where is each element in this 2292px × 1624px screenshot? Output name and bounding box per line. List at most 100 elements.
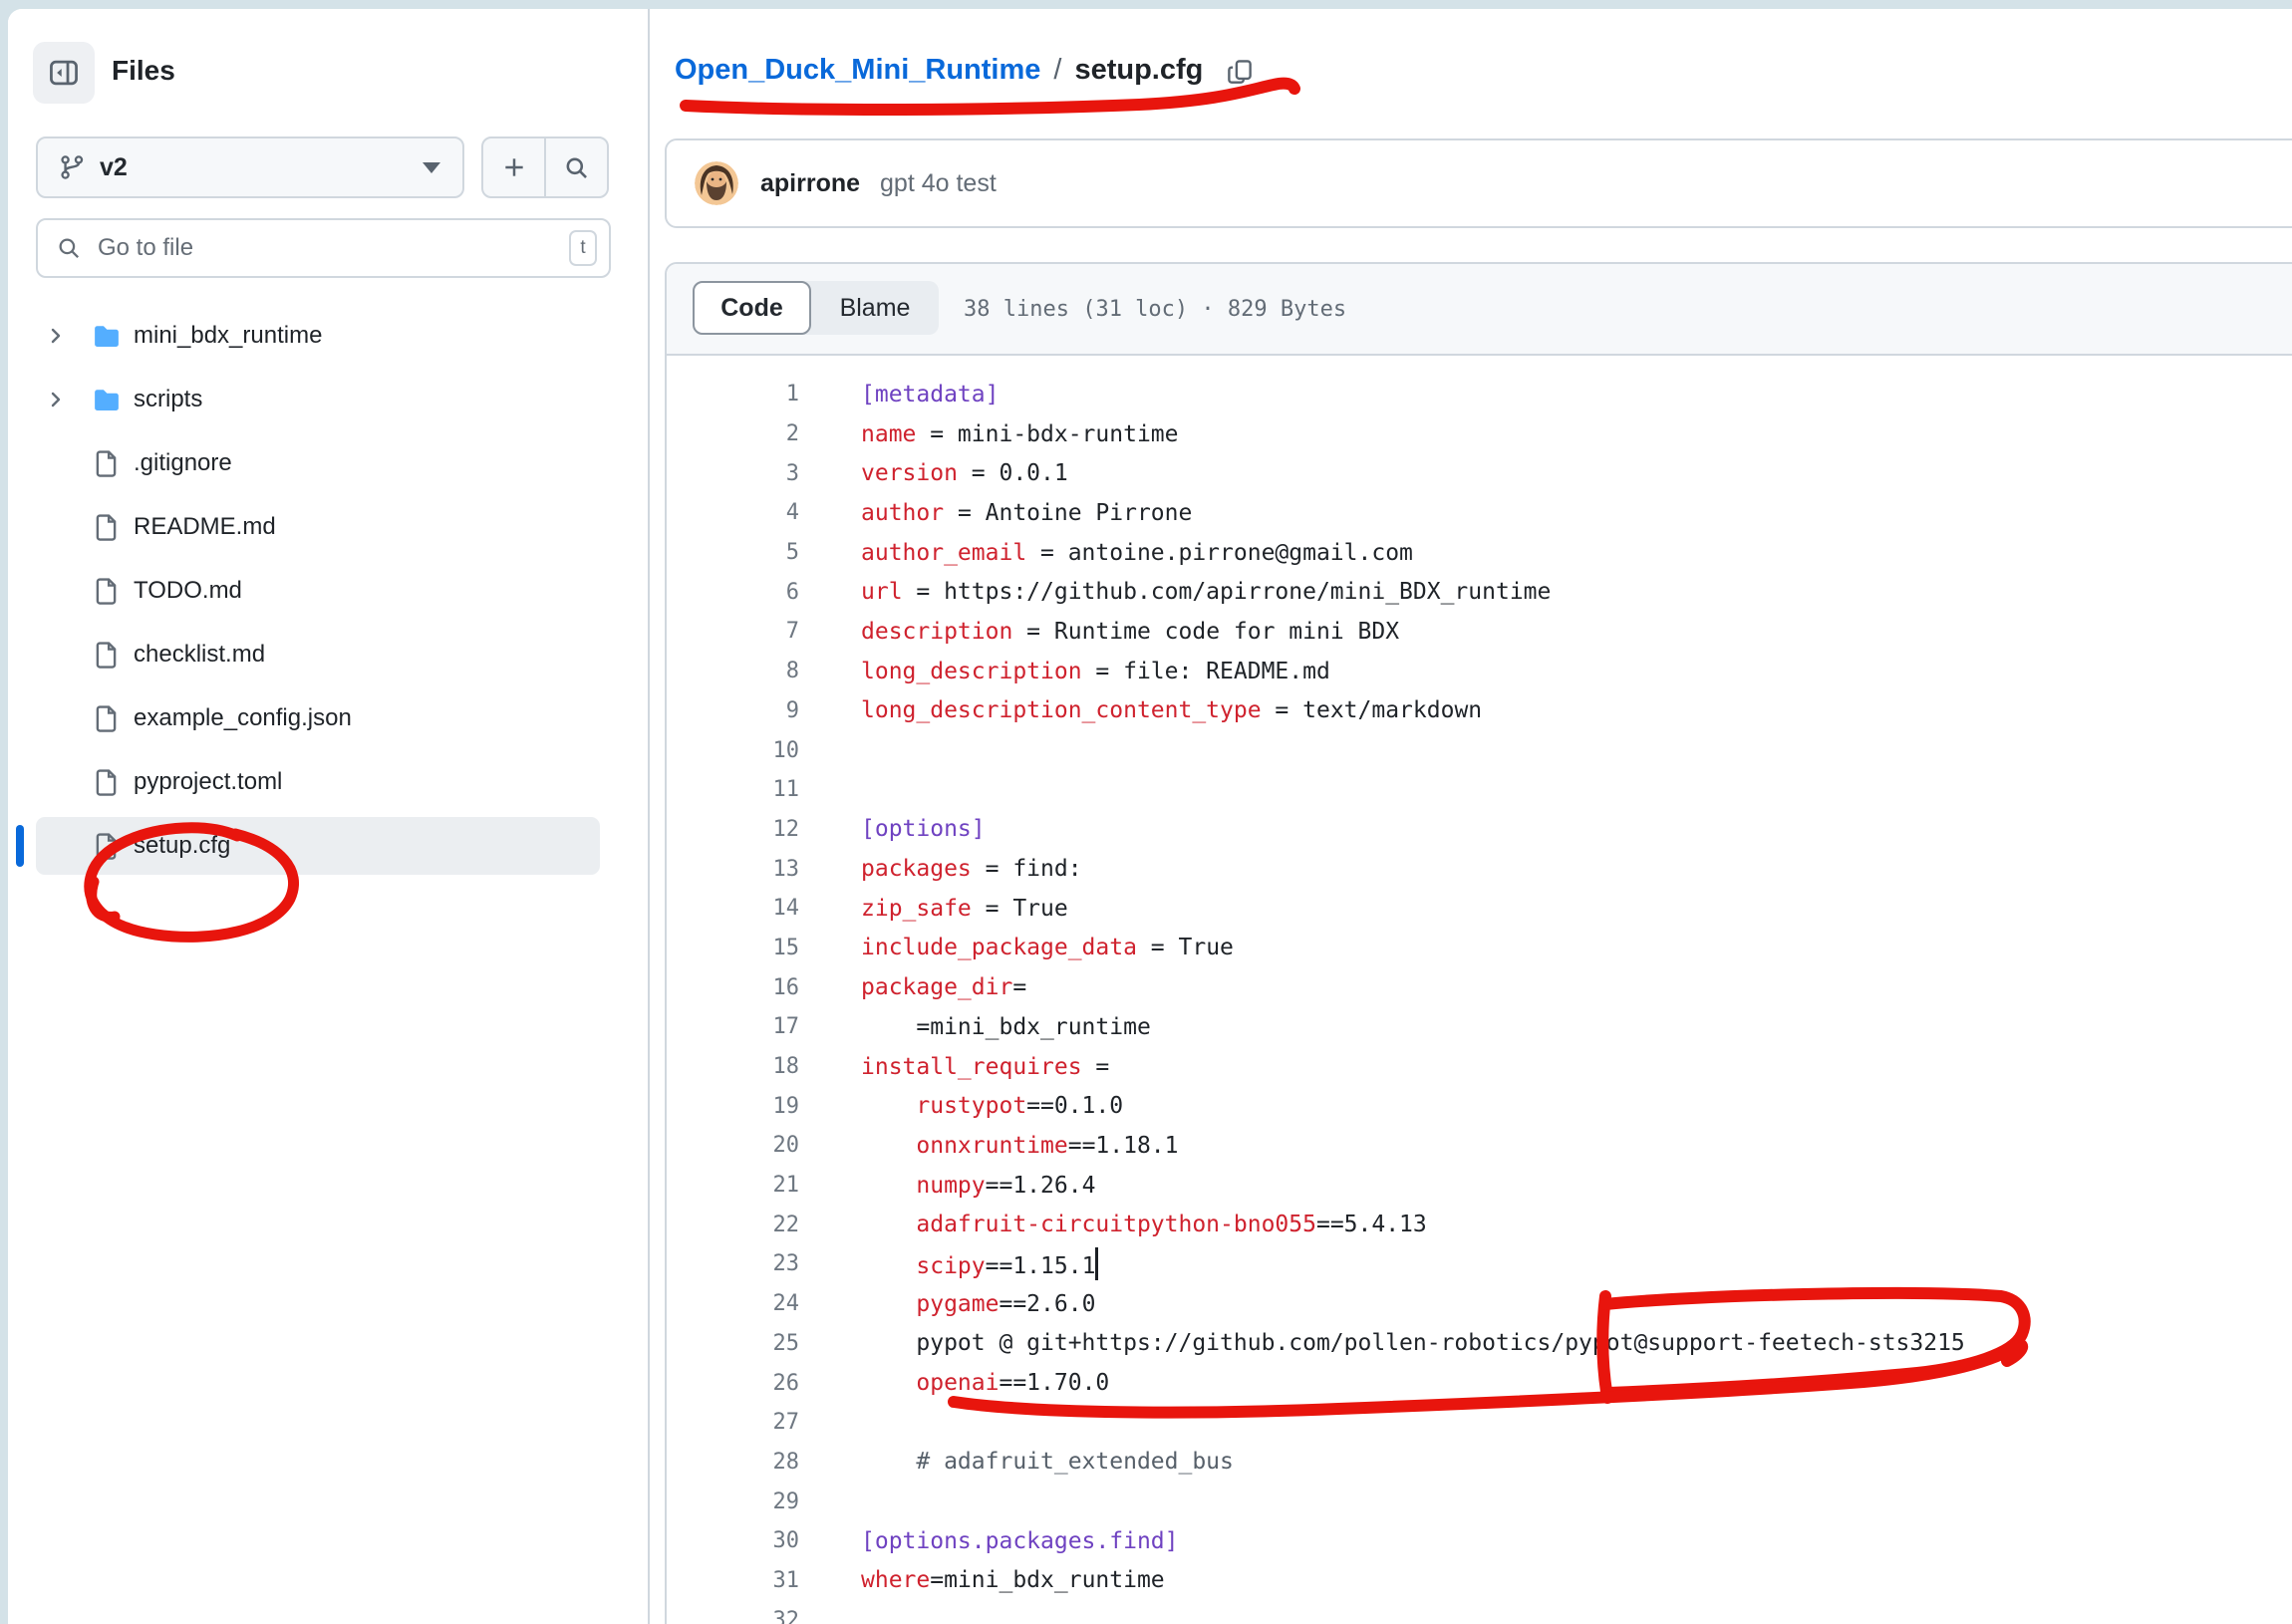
line-number[interactable]: 10 <box>667 738 799 763</box>
tab-code[interactable]: Code <box>693 281 811 335</box>
go-to-file-input[interactable] <box>96 233 569 263</box>
line-number[interactable]: 21 <box>667 1173 799 1198</box>
file-tree-item[interactable]: scripts <box>8 368 648 431</box>
file-tree-item-label: setup.cfg <box>134 832 230 860</box>
line-number[interactable]: 12 <box>667 817 799 842</box>
line-number[interactable]: 17 <box>667 1014 799 1039</box>
line-number[interactable]: 7 <box>667 619 799 644</box>
code-line: 3version = 0.0.1 <box>667 453 2292 493</box>
code-line-content: install_requires = <box>799 1054 1109 1080</box>
line-number[interactable]: 3 <box>667 461 799 486</box>
line-number[interactable]: 14 <box>667 896 799 921</box>
code-line-content: long_description_content_type = text/mar… <box>799 697 1482 723</box>
text-cursor <box>1095 1247 1098 1280</box>
file-tree-item[interactable]: example_config.json <box>8 686 648 750</box>
line-number[interactable]: 5 <box>667 540 799 565</box>
line-number[interactable]: 16 <box>667 975 799 1000</box>
file-icon <box>92 703 122 733</box>
code-line: 30[options.packages.find] <box>667 1521 2292 1561</box>
code-line-content: [options.packages.find] <box>799 1528 1179 1554</box>
line-number[interactable]: 8 <box>667 659 799 683</box>
code-line-content: # adafruit_extended_bus <box>799 1449 1234 1475</box>
code-line: 15include_package_data = True <box>667 929 2292 968</box>
file-tree-item[interactable]: mini_bdx_runtime <box>8 304 648 368</box>
line-number[interactable]: 26 <box>667 1371 799 1396</box>
code-line-content: adafruit-circuitpython-bno055==5.4.13 <box>799 1212 1427 1237</box>
copy-path-button[interactable] <box>1225 57 1255 87</box>
file-content-area: Open_Duck_Mini_Runtime / setup.cfg <box>650 9 2292 1624</box>
git-branch-icon <box>58 153 86 181</box>
line-number[interactable]: 28 <box>667 1450 799 1475</box>
file-tree-item[interactable]: TODO.md <box>8 559 648 623</box>
line-number[interactable]: 2 <box>667 421 799 446</box>
line-number[interactable]: 19 <box>667 1094 799 1119</box>
search-tree-button[interactable] <box>544 138 607 196</box>
line-number[interactable]: 13 <box>667 857 799 882</box>
chevron-right-icon <box>44 388 68 411</box>
file-tree-item[interactable]: pyproject.toml <box>8 750 648 814</box>
collapse-sidebar-button[interactable] <box>33 42 95 104</box>
line-number[interactable]: 27 <box>667 1410 799 1435</box>
file-tree-item[interactable]: setup.cfg <box>8 814 648 878</box>
code-toolbar: Code Blame 38 lines (31 loc) · 829 Bytes <box>667 264 2292 356</box>
commit-author[interactable]: apirrone <box>760 169 860 198</box>
file-tree-item-label: example_config.json <box>134 704 352 732</box>
code-line-content: rustypot==0.1.0 <box>799 1093 1123 1119</box>
file-tree-sidebar: Files v2 <box>8 9 648 1624</box>
line-number[interactable]: 31 <box>667 1568 799 1593</box>
file-tree-item[interactable]: .gitignore <box>8 431 648 495</box>
code-line: 4author = Antoine Pirrone <box>667 493 2292 533</box>
line-number[interactable]: 9 <box>667 698 799 723</box>
code-line-content: zip_safe = True <box>799 896 1068 922</box>
file-tree-item-label: TODO.md <box>134 577 242 605</box>
code-panel: Code Blame 38 lines (31 loc) · 829 Bytes… <box>665 262 2292 1624</box>
code-blame-switcher: Code Blame <box>693 281 939 335</box>
commit-message[interactable]: gpt 4o test <box>880 169 997 198</box>
code-line-content: =mini_bdx_runtime <box>799 1014 1151 1040</box>
file-tree-item[interactable]: README.md <box>8 495 648 559</box>
code-line: 12[options] <box>667 810 2292 850</box>
code-line: 22 adafruit-circuitpython-bno055==5.4.13 <box>667 1205 2292 1244</box>
line-number[interactable]: 30 <box>667 1528 799 1553</box>
line-number[interactable]: 20 <box>667 1133 799 1158</box>
code-line-content: version = 0.0.1 <box>799 460 1068 486</box>
line-number[interactable]: 32 <box>667 1608 799 1624</box>
file-tree-item-label: mini_bdx_runtime <box>134 322 322 350</box>
go-to-file-box: t <box>36 218 611 278</box>
line-number[interactable]: 1 <box>667 382 799 406</box>
file-tree-item-label: pyproject.toml <box>134 768 282 796</box>
add-file-button[interactable] <box>483 138 544 196</box>
line-number[interactable]: 11 <box>667 777 799 802</box>
folder-icon <box>92 321 122 351</box>
code-line-content: include_package_data = True <box>799 935 1234 960</box>
file-tree-item[interactable]: checklist.md <box>8 623 648 686</box>
line-number[interactable]: 23 <box>667 1251 799 1276</box>
line-number[interactable]: 24 <box>667 1291 799 1316</box>
code-line-content: pygame==2.6.0 <box>799 1291 1095 1317</box>
line-number[interactable]: 25 <box>667 1331 799 1356</box>
line-number[interactable]: 22 <box>667 1213 799 1237</box>
code-line: 13packages = find: <box>667 849 2292 889</box>
files-panel-title: Files <box>112 55 175 87</box>
code-line-content: url = https://github.com/apirrone/mini_B… <box>799 579 1551 605</box>
code-line: 29 <box>667 1482 2292 1521</box>
breadcrumb-repo-link[interactable]: Open_Duck_Mini_Runtime <box>675 54 1040 87</box>
line-number[interactable]: 4 <box>667 500 799 525</box>
tab-blame[interactable]: Blame <box>811 281 939 335</box>
code-line-content: long_description = file: README.md <box>799 659 1330 684</box>
line-number[interactable]: 6 <box>667 580 799 605</box>
line-number[interactable]: 18 <box>667 1054 799 1079</box>
branch-selector[interactable]: v2 <box>36 136 464 198</box>
sidebar-collapse-icon <box>48 57 80 89</box>
avatar[interactable] <box>695 161 738 205</box>
code-line-content: scipy==1.15.1 <box>799 1247 1098 1280</box>
github-file-page: Files v2 <box>8 9 2292 1624</box>
line-number[interactable]: 29 <box>667 1489 799 1514</box>
code-line-content: author = Antoine Pirrone <box>799 500 1192 526</box>
code-lines: 1[metadata]2name = mini-bdx-runtime3vers… <box>667 356 2292 1624</box>
code-line-content: package_dir= <box>799 974 1026 1000</box>
search-icon <box>563 154 590 181</box>
line-number[interactable]: 15 <box>667 936 799 960</box>
file-tree-item-label: README.md <box>134 513 276 541</box>
file-icon <box>92 640 122 670</box>
